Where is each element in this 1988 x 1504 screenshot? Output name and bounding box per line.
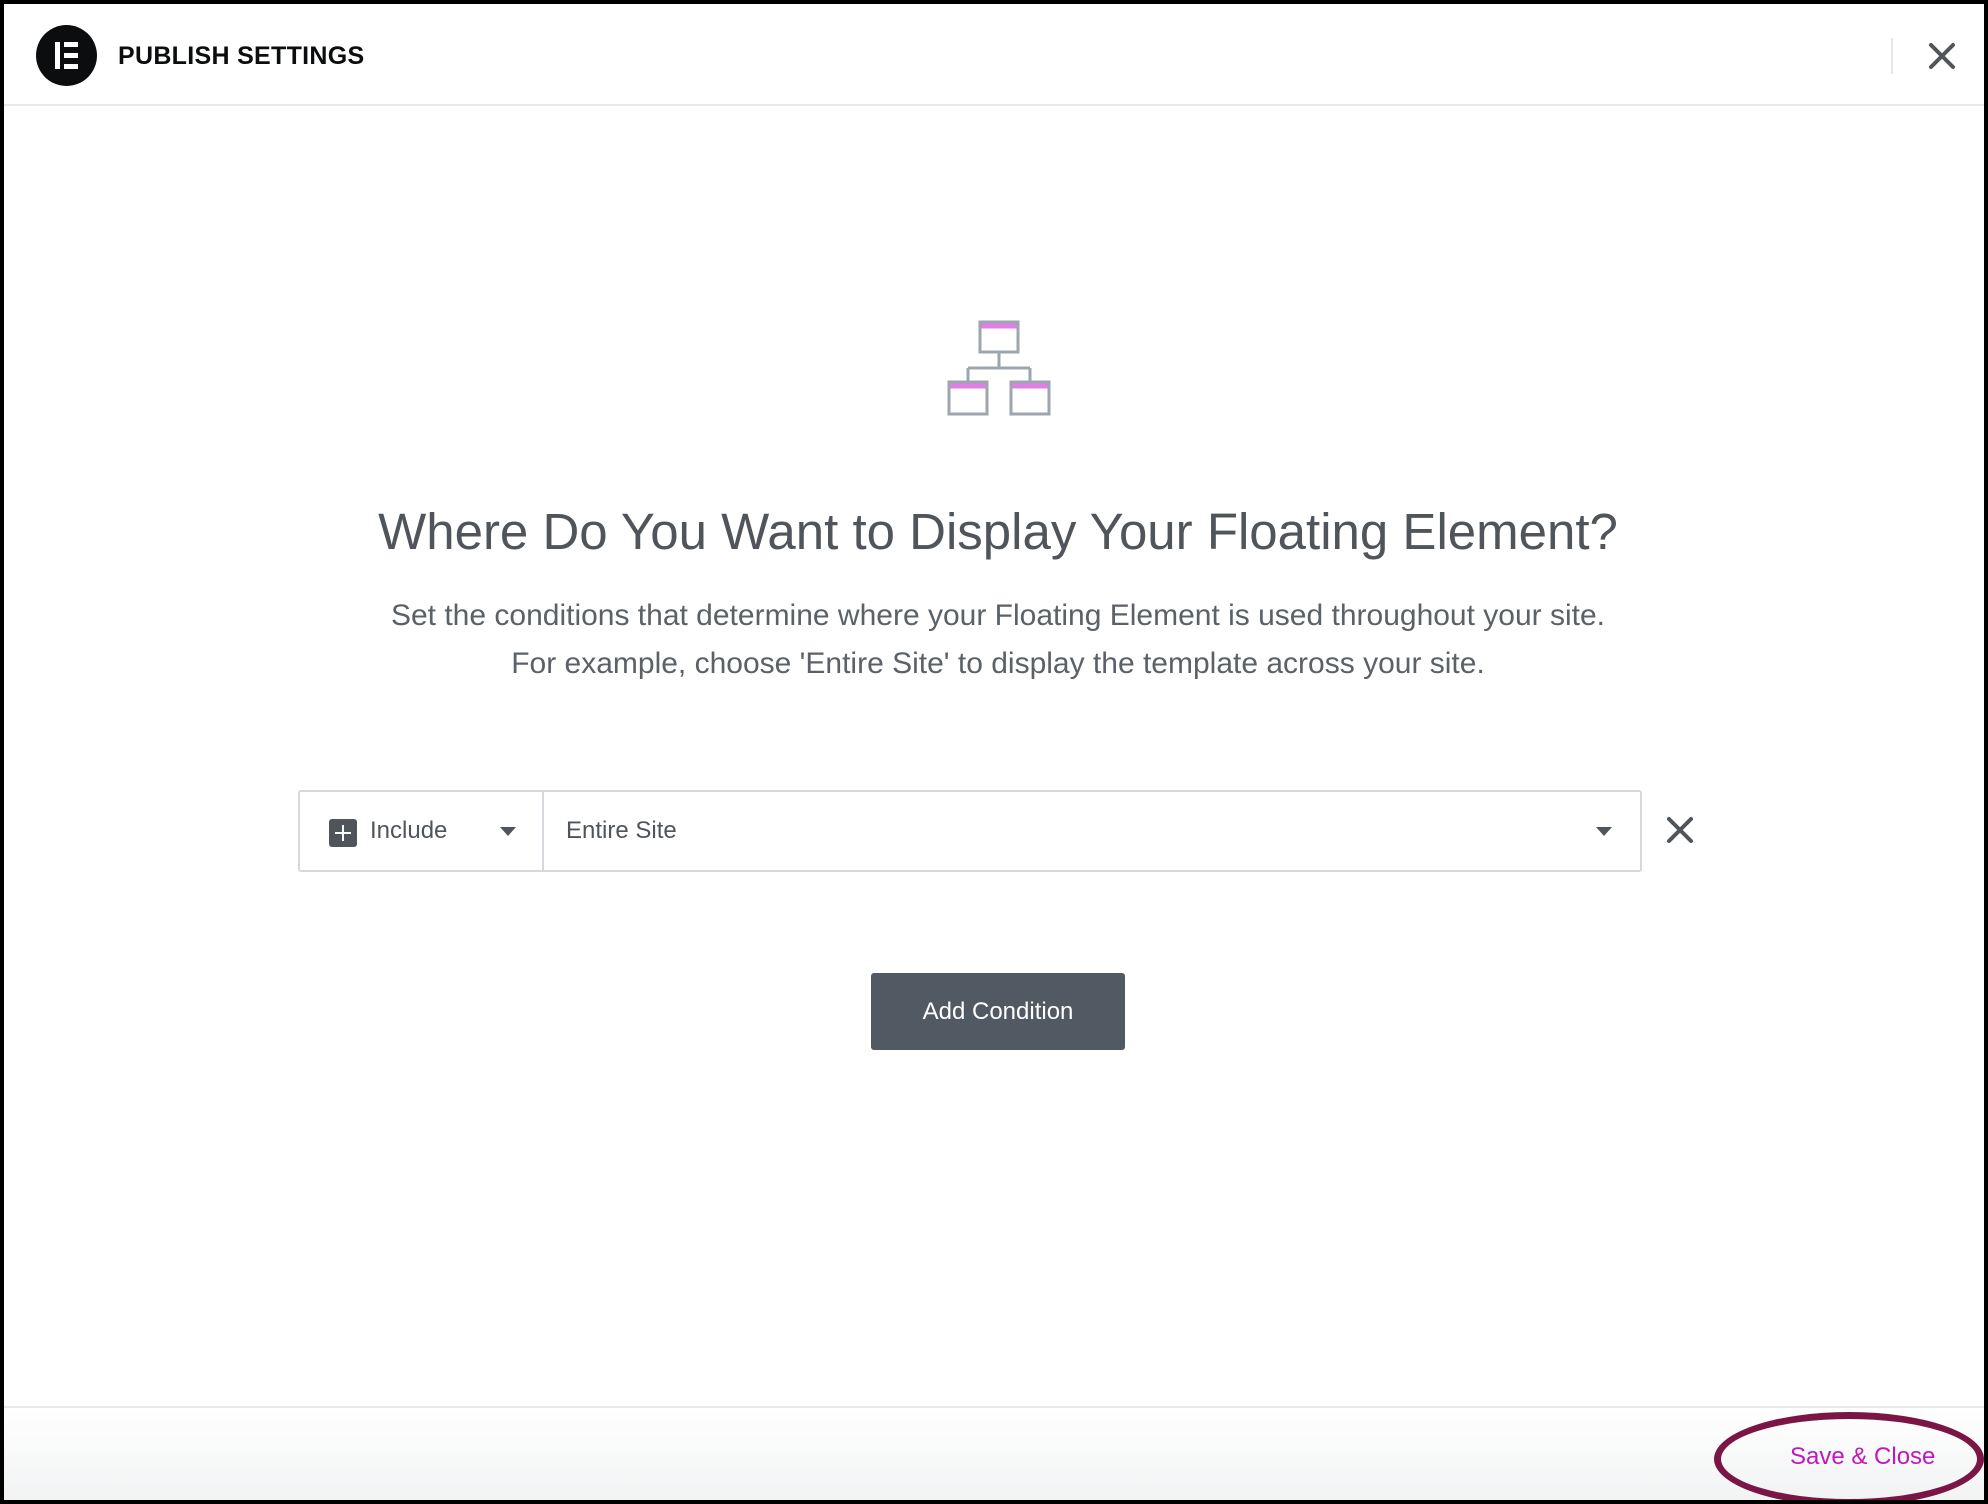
close-icon [1667,817,1693,843]
plus-square-icon [329,819,357,847]
description-line: For example, choose 'Entire Site' to dis… [511,647,1485,680]
dialog-title: PUBLISH SETTINGS [118,42,365,70]
remove-condition-button[interactable] [1664,814,1696,846]
header-divider [1891,38,1893,74]
main-heading: Where Do You Want to Display Your Floati… [378,503,1618,560]
condition-scope-value: Entire Site [566,817,677,844]
description-line: Set the conditions that determine where … [390,599,1606,632]
close-icon [1929,43,1955,69]
publish-settings-dialog: PUBLISH SETTINGS Where Do You Want to Di… [0,0,1988,1504]
caret-down-icon [1596,827,1612,836]
condition-row: Include Entire Site [298,790,1642,872]
elementor-logo-icon [36,25,97,86]
dialog-footer [4,1406,1984,1500]
site-hierarchy-icon [947,320,1051,416]
caret-down-icon [500,827,516,836]
condition-scope-select[interactable]: Entire Site [544,792,1640,870]
save-close-button[interactable]: Save & Close [1790,1440,1935,1474]
main-description: Set the conditions that determine where … [4,592,1984,688]
condition-type-value: Include [370,817,448,844]
dialog-header: PUBLISH SETTINGS [4,4,1984,106]
condition-type-select[interactable]: Include [300,792,544,870]
add-condition-button[interactable]: Add Condition [871,973,1125,1050]
close-dialog-button[interactable] [1922,36,1962,76]
